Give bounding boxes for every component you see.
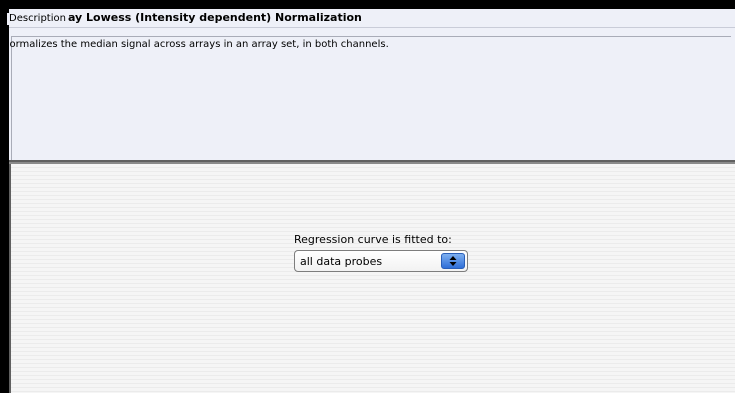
description-legend: Description (7, 13, 68, 25)
dialog-frame: Intra-Array Lowess (Intensity dependent)… (0, 0, 735, 393)
window-border-top (0, 0, 735, 9)
description-text: Normalizes the median signal across arra… (2, 39, 389, 50)
header-bar: Intra-Array Lowess (Intensity dependent)… (9, 9, 735, 28)
regression-label: Regression curve is fitted to: (294, 233, 452, 246)
options-panel-border (9, 164, 11, 393)
description-fieldset-border (11, 36, 731, 160)
regression-select-value: all data probes (300, 255, 383, 268)
regression-select[interactable]: all data probes (294, 250, 468, 272)
window-border-left (0, 0, 9, 393)
up-down-arrows-icon[interactable] (441, 253, 465, 269)
options-panel (9, 164, 735, 393)
